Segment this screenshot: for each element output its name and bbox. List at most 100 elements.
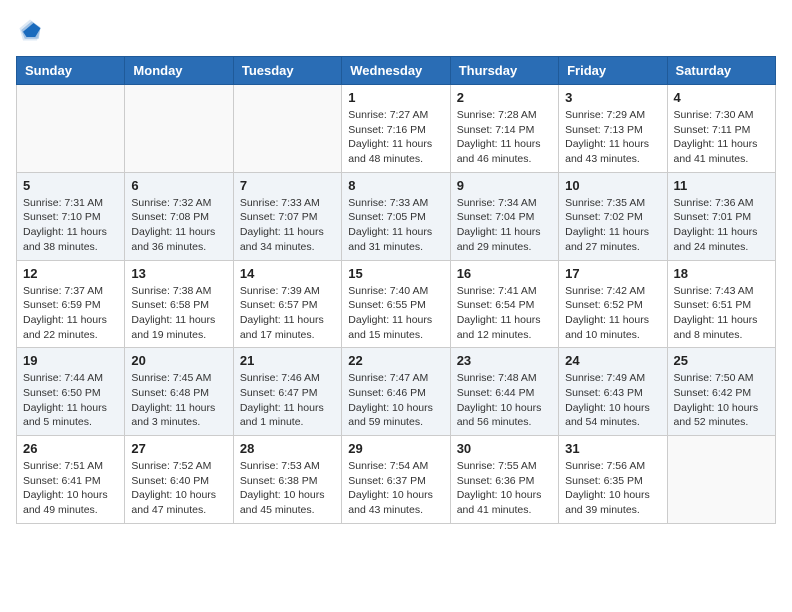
calendar-day-cell: 14 Sunrise: 7:39 AM Sunset: 6:57 PM Dayli… bbox=[233, 260, 341, 348]
day-number: 5 bbox=[23, 178, 118, 193]
calendar-day-cell: 26 Sunrise: 7:51 AM Sunset: 6:41 PM Dayli… bbox=[17, 436, 125, 524]
day-number: 22 bbox=[348, 353, 443, 368]
calendar-day-cell: 10Sunrise: 7:35 AM Sunset: 7:02 PM Dayli… bbox=[559, 172, 667, 260]
day-number: 30 bbox=[457, 441, 552, 456]
calendar-day-cell: 2Sunrise: 7:28 AM Sunset: 7:14 PM Daylig… bbox=[450, 85, 558, 173]
day-number: 13 bbox=[131, 266, 226, 281]
calendar-day-cell: 30 Sunrise: 7:55 AM Sunset: 6:36 PM Dayli… bbox=[450, 436, 558, 524]
day-number: 6 bbox=[131, 178, 226, 193]
calendar-day-cell: 19 Sunrise: 7:44 AM Sunset: 6:50 PM Dayli… bbox=[17, 348, 125, 436]
calendar-day-cell: 6 Sunrise: 7:32 AM Sunset: 7:08 PM Daylig… bbox=[125, 172, 233, 260]
day-info: Sunrise: 7:35 AM Sunset: 7:02 PM Dayligh… bbox=[565, 196, 660, 255]
calendar-day-cell bbox=[667, 436, 775, 524]
calendar-day-cell: 25 Sunrise: 7:50 AM Sunset: 6:42 PM Dayli… bbox=[667, 348, 775, 436]
day-number: 15 bbox=[348, 266, 443, 281]
day-info: Sunrise: 7:32 AM Sunset: 7:08 PM Dayligh… bbox=[131, 196, 226, 255]
day-number: 24 bbox=[565, 353, 660, 368]
day-info: Sunrise: 7:33 AM Sunset: 7:07 PM Dayligh… bbox=[240, 196, 335, 255]
day-number: 31 bbox=[565, 441, 660, 456]
day-info: Sunrise: 7:42 AM Sunset: 6:52 PM Dayligh… bbox=[565, 284, 660, 343]
calendar-day-cell: 4 Sunrise: 7:30 AM Sunset: 7:11 PM Daylig… bbox=[667, 85, 775, 173]
day-number: 16 bbox=[457, 266, 552, 281]
day-info: Sunrise: 7:30 AM Sunset: 7:11 PM Dayligh… bbox=[674, 108, 769, 167]
day-number: 28 bbox=[240, 441, 335, 456]
day-of-week-header: Wednesday bbox=[342, 57, 450, 85]
day-of-week-header: Sunday bbox=[17, 57, 125, 85]
day-number: 19 bbox=[23, 353, 118, 368]
calendar-day-cell bbox=[233, 85, 341, 173]
day-number: 14 bbox=[240, 266, 335, 281]
day-number: 29 bbox=[348, 441, 443, 456]
calendar-day-cell: 22 Sunrise: 7:47 AM Sunset: 6:46 PM Dayli… bbox=[342, 348, 450, 436]
calendar-day-cell: 5 Sunrise: 7:31 AM Sunset: 7:10 PM Daylig… bbox=[17, 172, 125, 260]
day-info: Sunrise: 7:45 AM Sunset: 6:48 PM Dayligh… bbox=[131, 371, 226, 430]
day-info: Sunrise: 7:51 AM Sunset: 6:41 PM Dayligh… bbox=[23, 459, 118, 518]
day-info: Sunrise: 7:47 AM Sunset: 6:46 PM Dayligh… bbox=[348, 371, 443, 430]
calendar-day-cell: 9 Sunrise: 7:34 AM Sunset: 7:04 PM Daylig… bbox=[450, 172, 558, 260]
day-info: Sunrise: 7:34 AM Sunset: 7:04 PM Dayligh… bbox=[457, 196, 552, 255]
day-info: Sunrise: 7:37 AM Sunset: 6:59 PM Dayligh… bbox=[23, 284, 118, 343]
day-number: 17 bbox=[565, 266, 660, 281]
calendar-day-cell: 13 Sunrise: 7:38 AM Sunset: 6:58 PM Dayli… bbox=[125, 260, 233, 348]
calendar-day-cell: 15 Sunrise: 7:40 AM Sunset: 6:55 PM Dayli… bbox=[342, 260, 450, 348]
day-number: 7 bbox=[240, 178, 335, 193]
calendar-week-row: 5 Sunrise: 7:31 AM Sunset: 7:10 PM Daylig… bbox=[17, 172, 776, 260]
day-number: 11 bbox=[674, 178, 769, 193]
day-info: Sunrise: 7:55 AM Sunset: 6:36 PM Dayligh… bbox=[457, 459, 552, 518]
day-info: Sunrise: 7:39 AM Sunset: 6:57 PM Dayligh… bbox=[240, 284, 335, 343]
logo-icon bbox=[16, 16, 44, 44]
day-of-week-header: Saturday bbox=[667, 57, 775, 85]
day-number: 12 bbox=[23, 266, 118, 281]
calendar-day-cell: 7 Sunrise: 7:33 AM Sunset: 7:07 PM Daylig… bbox=[233, 172, 341, 260]
calendar-day-cell: 11Sunrise: 7:36 AM Sunset: 7:01 PM Dayli… bbox=[667, 172, 775, 260]
day-number: 25 bbox=[674, 353, 769, 368]
calendar-day-cell: 20 Sunrise: 7:45 AM Sunset: 6:48 PM Dayli… bbox=[125, 348, 233, 436]
day-info: Sunrise: 7:49 AM Sunset: 6:43 PM Dayligh… bbox=[565, 371, 660, 430]
calendar-week-row: 26 Sunrise: 7:51 AM Sunset: 6:41 PM Dayli… bbox=[17, 436, 776, 524]
day-of-week-header: Tuesday bbox=[233, 57, 341, 85]
day-number: 20 bbox=[131, 353, 226, 368]
day-number: 18 bbox=[674, 266, 769, 281]
day-info: Sunrise: 7:50 AM Sunset: 6:42 PM Dayligh… bbox=[674, 371, 769, 430]
day-info: Sunrise: 7:48 AM Sunset: 6:44 PM Dayligh… bbox=[457, 371, 552, 430]
day-of-week-header: Thursday bbox=[450, 57, 558, 85]
calendar-day-cell: 23 Sunrise: 7:48 AM Sunset: 6:44 PM Dayli… bbox=[450, 348, 558, 436]
calendar-day-cell: 29 Sunrise: 7:54 AM Sunset: 6:37 PM Dayli… bbox=[342, 436, 450, 524]
calendar-day-cell: 28 Sunrise: 7:53 AM Sunset: 6:38 PM Dayli… bbox=[233, 436, 341, 524]
day-info: Sunrise: 7:41 AM Sunset: 6:54 PM Dayligh… bbox=[457, 284, 552, 343]
day-number: 1 bbox=[348, 90, 443, 105]
day-info: Sunrise: 7:54 AM Sunset: 6:37 PM Dayligh… bbox=[348, 459, 443, 518]
day-info: Sunrise: 7:31 AM Sunset: 7:10 PM Dayligh… bbox=[23, 196, 118, 255]
day-info: Sunrise: 7:29 AM Sunset: 7:13 PM Dayligh… bbox=[565, 108, 660, 167]
calendar-week-row: 19 Sunrise: 7:44 AM Sunset: 6:50 PM Dayli… bbox=[17, 348, 776, 436]
day-number: 4 bbox=[674, 90, 769, 105]
calendar-day-cell: 24 Sunrise: 7:49 AM Sunset: 6:43 PM Dayli… bbox=[559, 348, 667, 436]
calendar-week-row: 12 Sunrise: 7:37 AM Sunset: 6:59 PM Dayli… bbox=[17, 260, 776, 348]
day-number: 27 bbox=[131, 441, 226, 456]
day-info: Sunrise: 7:38 AM Sunset: 6:58 PM Dayligh… bbox=[131, 284, 226, 343]
day-info: Sunrise: 7:40 AM Sunset: 6:55 PM Dayligh… bbox=[348, 284, 443, 343]
calendar-day-cell: 21Sunrise: 7:46 AM Sunset: 6:47 PM Dayli… bbox=[233, 348, 341, 436]
calendar-day-cell: 31Sunrise: 7:56 AM Sunset: 6:35 PM Dayli… bbox=[559, 436, 667, 524]
day-number: 23 bbox=[457, 353, 552, 368]
day-number: 26 bbox=[23, 441, 118, 456]
day-info: Sunrise: 7:43 AM Sunset: 6:51 PM Dayligh… bbox=[674, 284, 769, 343]
calendar-week-row: 1 Sunrise: 7:27 AM Sunset: 7:16 PM Daylig… bbox=[17, 85, 776, 173]
day-info: Sunrise: 7:53 AM Sunset: 6:38 PM Dayligh… bbox=[240, 459, 335, 518]
day-info: Sunrise: 7:28 AM Sunset: 7:14 PM Dayligh… bbox=[457, 108, 552, 167]
day-of-week-header: Friday bbox=[559, 57, 667, 85]
calendar-day-cell: 18 Sunrise: 7:43 AM Sunset: 6:51 PM Dayli… bbox=[667, 260, 775, 348]
day-info: Sunrise: 7:44 AM Sunset: 6:50 PM Dayligh… bbox=[23, 371, 118, 430]
page-header bbox=[16, 16, 776, 44]
calendar-day-cell: 17 Sunrise: 7:42 AM Sunset: 6:52 PM Dayli… bbox=[559, 260, 667, 348]
calendar-day-cell: 3Sunrise: 7:29 AM Sunset: 7:13 PM Daylig… bbox=[559, 85, 667, 173]
day-info: Sunrise: 7:33 AM Sunset: 7:05 PM Dayligh… bbox=[348, 196, 443, 255]
calendar-day-cell: 1 Sunrise: 7:27 AM Sunset: 7:16 PM Daylig… bbox=[342, 85, 450, 173]
calendar-day-cell bbox=[17, 85, 125, 173]
day-number: 21 bbox=[240, 353, 335, 368]
day-info: Sunrise: 7:27 AM Sunset: 7:16 PM Dayligh… bbox=[348, 108, 443, 167]
day-of-week-header: Monday bbox=[125, 57, 233, 85]
calendar-day-cell: 12 Sunrise: 7:37 AM Sunset: 6:59 PM Dayli… bbox=[17, 260, 125, 348]
day-info: Sunrise: 7:52 AM Sunset: 6:40 PM Dayligh… bbox=[131, 459, 226, 518]
day-number: 9 bbox=[457, 178, 552, 193]
